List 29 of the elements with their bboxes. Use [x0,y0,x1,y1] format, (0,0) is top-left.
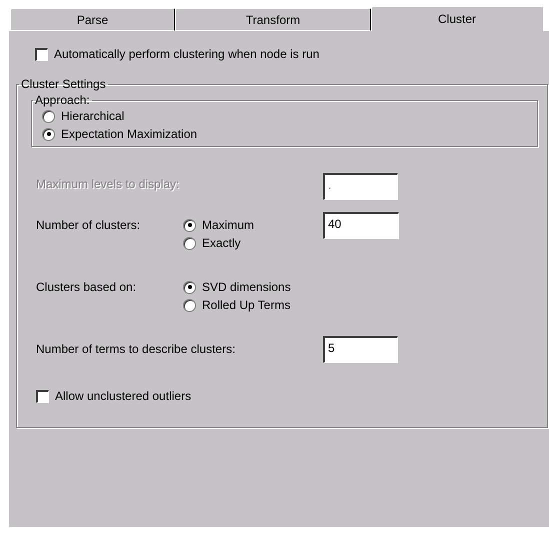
field-label: Number of clusters: [36,218,140,232]
radio-button[interactable] [42,110,55,122]
checkbox-label: Allow unclustered outliers [55,389,192,403]
radio-button[interactable] [183,236,196,250]
group-title: Approach: [34,93,91,107]
radio-button[interactable] [183,218,196,232]
radio-button[interactable] [183,280,196,294]
radio-label: Hierarchical [61,109,124,123]
field-label: Clusters based on: [36,280,136,294]
field-label: Maximum levels to display: [36,177,180,191]
checkbox-row[interactable]: Allow unclustered outliers [36,387,547,405]
tab[interactable]: Cluster [371,6,543,31]
tab[interactable]: Transform [175,8,371,31]
checkbox-row[interactable]: Automatically perform clustering when node is run [35,45,549,63]
checkbox-label: Automatically perform clustering when node is run [54,47,320,61]
field-label: Number of terms to describe clusters: [36,342,236,356]
radio-button[interactable] [183,298,196,312]
radio-label: Expectation Maximization [61,127,198,141]
checkbox[interactable] [36,390,49,402]
radio-label: Exactly [202,236,241,250]
group-title: Cluster Settings [20,77,107,91]
input-field[interactable]: 40 [323,212,399,239]
input-field[interactable]: 5 [323,336,398,363]
radio-label: Maximum [202,218,254,232]
radio-label: SVD dimensions [202,280,291,294]
checkbox[interactable] [35,48,48,60]
radio-button[interactable] [42,128,55,140]
tab[interactable]: Parse [10,8,175,31]
radio-label: Rolled Up Terms [202,298,290,312]
